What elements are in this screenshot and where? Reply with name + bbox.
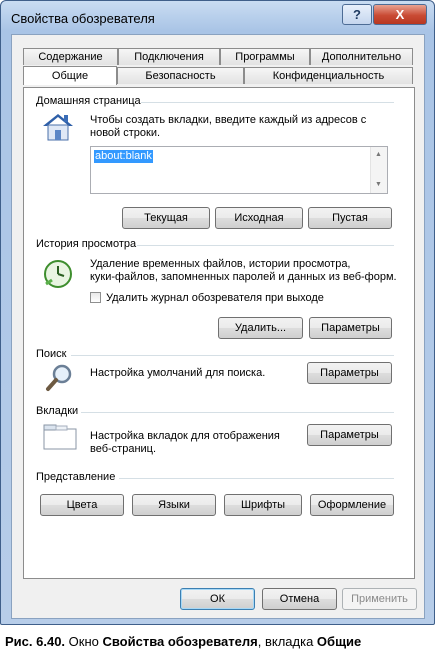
use-default-button[interactable]: Исходная [215, 207, 303, 229]
history-description-line2: куки-файлов, запомненных паролей и данны… [90, 271, 397, 283]
delete-on-exit-label[interactable]: Удалить журнал обозревателя при выходе [106, 291, 324, 305]
ok-button[interactable]: ОК [180, 588, 255, 610]
history-clock-icon [44, 260, 72, 288]
tabs-icon [43, 424, 77, 450]
history-description-line1: Удаление временных файлов, истории просм… [90, 258, 351, 270]
accessibility-button[interactable]: Оформление [310, 494, 394, 516]
tabs-description-line2: веб-страниц. [90, 443, 157, 455]
tab-connections[interactable]: Подключения [118, 48, 220, 65]
tabs-group-label: Вкладки [36, 405, 79, 417]
help-button[interactable]: ? [342, 4, 372, 25]
scroll-up-icon[interactable]: ▲ [375, 151, 382, 158]
tab-advanced[interactable]: Дополнительно [310, 48, 413, 65]
search-description: Настройка умолчаний для поиска. [90, 367, 266, 379]
appearance-group-label: Представление [36, 471, 116, 483]
dialog-window: Свойства обозревателя ? X Содержание Под… [0, 0, 435, 625]
separator [81, 412, 394, 413]
home-page-group-label: Домашняя страница [36, 95, 141, 107]
figure-caption: Рис. 6.40. Окно Свойства обозревателя, в… [5, 634, 362, 649]
window-title: Свойства обозревателя [11, 11, 155, 26]
house-icon [43, 114, 73, 141]
home-page-hint-line1: Чтобы создать вкладки, введите каждый из… [90, 114, 367, 126]
languages-button[interactable]: Языки [132, 494, 216, 516]
magnifier-icon [46, 364, 72, 391]
delete-history-button[interactable]: Удалить... [218, 317, 303, 339]
home-page-hint-line2: новой строки. [90, 127, 161, 139]
tab-privacy[interactable]: Конфиденциальность [244, 67, 413, 84]
home-page-textarea[interactable]: about:blank ▲ ▼ [90, 146, 388, 194]
search-group-label: Поиск [36, 348, 67, 360]
separator [119, 478, 394, 479]
use-blank-button[interactable]: Пустая [308, 207, 392, 229]
separator [71, 355, 394, 356]
fonts-button[interactable]: Шрифты [224, 494, 302, 516]
separator [137, 245, 394, 246]
tab-security[interactable]: Безопасность [117, 67, 244, 84]
history-settings-button[interactable]: Параметры [309, 317, 392, 339]
tab-content[interactable]: Содержание [23, 48, 118, 65]
cancel-button[interactable]: Отмена [262, 588, 337, 610]
tabs-description-line1: Настройка вкладок для отображения [90, 430, 280, 442]
tab-programs[interactable]: Программы [220, 48, 310, 65]
delete-on-exit-checkbox[interactable] [90, 292, 101, 303]
apply-button[interactable]: Применить [342, 588, 417, 610]
separator [141, 102, 394, 103]
close-button[interactable]: X [373, 4, 427, 25]
textarea-scrollbar[interactable]: ▲ ▼ [370, 147, 387, 193]
tabs-settings-button[interactable]: Параметры [307, 424, 392, 446]
tab-general[interactable]: Общие [23, 66, 117, 85]
use-current-button[interactable]: Текущая [122, 207, 210, 229]
home-page-url: about:blank [94, 150, 153, 163]
colors-button[interactable]: Цвета [40, 494, 124, 516]
scroll-down-icon[interactable]: ▼ [375, 181, 382, 188]
history-group-label: История просмотра [36, 238, 137, 250]
search-settings-button[interactable]: Параметры [307, 362, 392, 384]
